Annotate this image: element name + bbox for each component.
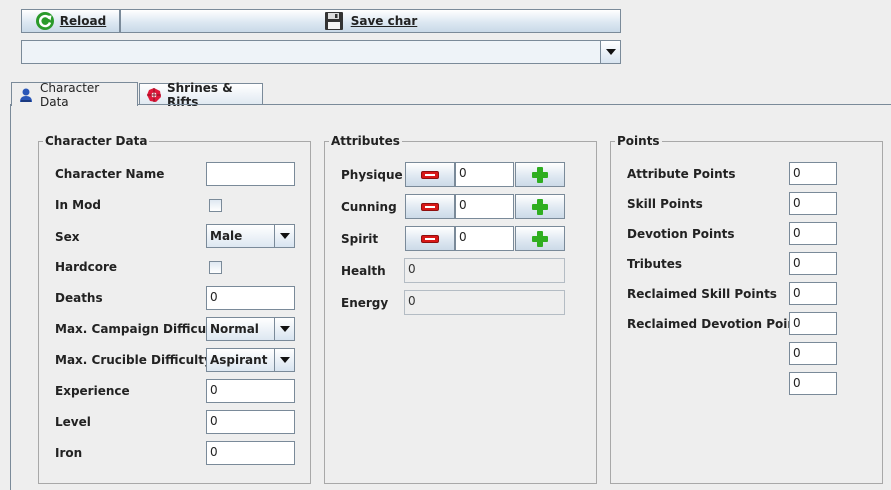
physique-label: Physique — [341, 168, 403, 182]
floppy-disk-icon — [324, 11, 344, 31]
level-label: Level — [55, 415, 91, 429]
campaign-difficulty-select[interactable]: Normal — [206, 317, 295, 341]
character-name-field[interactable] — [206, 162, 295, 186]
chevron-down-icon[interactable] — [600, 41, 620, 63]
spirit-decrease-button[interactable] — [405, 226, 455, 251]
spirit-increase-button[interactable] — [515, 226, 565, 251]
skill-points-label: Skill Points — [627, 197, 703, 211]
reload-icon — [35, 11, 55, 31]
chevron-down-icon[interactable] — [274, 225, 294, 247]
experience-label: Experience — [55, 384, 130, 398]
tab-character-data-label: Character Data — [40, 80, 100, 109]
save-char-label: Save char — [350, 14, 418, 28]
devotion-points-label: Devotion Points — [627, 227, 735, 241]
attribute-points-field[interactable]: 0 — [789, 162, 837, 185]
character-select[interactable] — [21, 40, 621, 64]
in-mod-label: In Mod — [55, 198, 101, 212]
tributes-label: Tributes — [627, 257, 683, 271]
user-icon — [18, 87, 34, 103]
sex-select[interactable]: Male — [206, 224, 295, 248]
iron-label: Iron — [55, 446, 83, 460]
tab-character-data[interactable]: Character Data — [11, 80, 138, 109]
deaths-label: Deaths — [55, 291, 103, 305]
crucible-difficulty-label: Max. Crucible Difficulty — [55, 353, 212, 367]
extra-points-field-2[interactable]: 0 — [789, 372, 837, 395]
cunning-field[interactable]: 0 — [455, 194, 514, 219]
minus-icon — [421, 234, 439, 243]
campaign-difficulty-label: Max. Campaign Difficulty — [55, 322, 224, 336]
plus-icon — [532, 230, 548, 247]
plus-icon — [532, 198, 548, 215]
sex-select-value: Male — [210, 229, 243, 243]
save-char-button[interactable]: Save char — [120, 9, 621, 33]
devotion-points-field[interactable]: 0 — [789, 222, 837, 245]
physique-field[interactable]: 0 — [455, 162, 514, 187]
character-data-title: Character Data — [43, 134, 150, 148]
chevron-down-icon[interactable] — [274, 349, 294, 371]
minus-icon — [421, 170, 439, 179]
character-name-label: Character Name — [55, 167, 165, 181]
cunning-label: Cunning — [341, 200, 397, 214]
extra-points-field-1[interactable]: 0 — [789, 342, 837, 365]
plus-icon — [532, 166, 548, 183]
crucible-difficulty-value: Aspirant — [210, 353, 268, 367]
physique-decrease-button[interactable] — [405, 162, 455, 187]
tributes-field[interactable]: 0 — [789, 252, 837, 275]
energy-label: Energy — [341, 296, 389, 310]
cunning-increase-button[interactable] — [515, 194, 565, 219]
energy-field: 0 — [404, 290, 565, 315]
crucible-difficulty-select[interactable]: Aspirant — [206, 348, 295, 372]
chevron-down-icon[interactable] — [274, 318, 294, 340]
tab-shrines-rifts[interactable]: Shrines & Rifts — [139, 81, 263, 109]
campaign-difficulty-value: Normal — [210, 322, 259, 336]
minus-icon — [421, 202, 439, 211]
hardcore-label: Hardcore — [55, 260, 118, 274]
reload-label: Reload — [59, 14, 107, 28]
cunning-decrease-button[interactable] — [405, 194, 455, 219]
skill-points-field[interactable]: 0 — [789, 192, 837, 215]
points-group: Points — [610, 134, 883, 484]
experience-field[interactable]: 0 — [206, 379, 295, 403]
shrine-icon — [146, 87, 162, 103]
in-mod-checkbox[interactable] — [209, 199, 222, 212]
physique-increase-button[interactable] — [515, 162, 565, 187]
hardcore-checkbox[interactable] — [209, 261, 222, 274]
attributes-title: Attributes — [329, 134, 402, 148]
level-field[interactable]: 0 — [206, 410, 295, 434]
deaths-field[interactable]: 0 — [206, 286, 295, 310]
health-field: 0 — [404, 258, 565, 283]
reclaimed-devotion-points-field[interactable]: 0 — [789, 312, 837, 335]
health-label: Health — [341, 264, 386, 278]
reclaimed-skill-points-field[interactable]: 0 — [789, 282, 837, 305]
reclaimed-skill-points-label: Reclaimed Skill Points — [627, 287, 777, 301]
reclaimed-devotion-points-label: Reclaimed Devotion Points — [627, 317, 809, 331]
points-title: Points — [615, 134, 662, 148]
reload-button[interactable]: Reload — [21, 9, 120, 33]
spirit-label: Spirit — [341, 232, 379, 246]
iron-field[interactable]: 0 — [206, 441, 295, 465]
attribute-points-label: Attribute Points — [627, 167, 736, 181]
spirit-field[interactable]: 0 — [455, 226, 514, 251]
sex-label: Sex — [55, 230, 80, 244]
